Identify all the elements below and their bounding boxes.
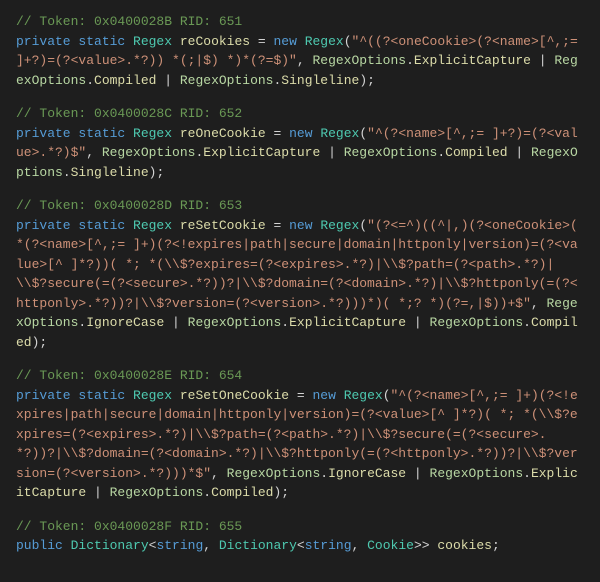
modifiers: private static — [16, 388, 125, 403]
close-paren: ); — [149, 165, 165, 180]
arg-sep: , — [531, 296, 547, 311]
field-name: cookies — [430, 538, 492, 553]
open-paren: ( — [344, 34, 352, 49]
enum-member: Singleline — [281, 73, 359, 88]
type-name: Dictionary — [219, 538, 297, 553]
arg-sep: , — [86, 145, 102, 160]
enum-member: Compiled — [94, 73, 156, 88]
enum-type: RegexOptions — [188, 315, 282, 330]
enum-member: Compiled — [445, 145, 507, 160]
pipe-op: | — [406, 466, 429, 481]
assign-op: = — [266, 218, 289, 233]
pipe-op: | — [406, 315, 429, 330]
type-arg: string — [305, 538, 352, 553]
type-name: Regex — [133, 388, 172, 403]
field-name: reSetOneCookie — [180, 388, 289, 403]
type-name: Regex — [133, 218, 172, 233]
comment-line: // Token: 0x0400028D RID: 653 — [16, 198, 242, 213]
enum-type: RegexOptions — [430, 466, 524, 481]
code-declaration-3: // Token: 0x0400028E RID: 654 private st… — [16, 366, 584, 503]
type-arg: string — [156, 538, 203, 553]
close-paren: ); — [273, 485, 289, 500]
field-name: reOneCookie — [180, 126, 266, 141]
pipe-op: | — [508, 145, 531, 160]
modifiers: private static — [16, 126, 125, 141]
enum-member: ExplicitCapture — [203, 145, 320, 160]
enum-member: ExplicitCapture — [289, 315, 406, 330]
comment-line: // Token: 0x0400028B RID: 651 — [16, 14, 242, 29]
enum-member: IgnoreCase — [86, 315, 164, 330]
pipe-op: | — [156, 73, 179, 88]
assign-op: = — [250, 34, 273, 49]
close-paren: ); — [359, 73, 375, 88]
comment-line: // Token: 0x0400028F RID: 655 — [16, 519, 242, 534]
code-declaration-2: // Token: 0x0400028D RID: 653 private st… — [16, 196, 584, 352]
comment-line: // Token: 0x0400028E RID: 654 — [16, 368, 242, 383]
comment-line: // Token: 0x0400028C RID: 652 — [16, 106, 242, 121]
enum-member: Singleline — [71, 165, 149, 180]
ctor-type: Regex — [344, 388, 383, 403]
pipe-op: | — [86, 485, 109, 500]
open-paren: ( — [359, 126, 367, 141]
pipe-op: | — [531, 53, 554, 68]
enum-type: RegexOptions — [227, 466, 321, 481]
enum-type: RegexOptions — [110, 485, 204, 500]
enum-type: RegexOptions — [312, 53, 406, 68]
type-name: Cookie — [367, 538, 414, 553]
new-keyword: new — [273, 34, 296, 49]
field-name: reCookies — [180, 34, 250, 49]
enum-member: IgnoreCase — [328, 466, 406, 481]
new-keyword: new — [289, 126, 312, 141]
enum-member: ExplicitCapture — [414, 53, 531, 68]
new-keyword: new — [312, 388, 335, 403]
enum-type: RegexOptions — [180, 73, 274, 88]
enum-type: RegexOptions — [102, 145, 196, 160]
code-declaration-final: // Token: 0x0400028F RID: 655 public Dic… — [16, 517, 584, 556]
new-keyword: new — [289, 218, 312, 233]
type-name: Regex — [133, 34, 172, 49]
pipe-op: | — [164, 315, 187, 330]
field-name: reSetCookie — [180, 218, 266, 233]
modifiers: private static — [16, 34, 125, 49]
code-declaration-1: // Token: 0x0400028C RID: 652 private st… — [16, 104, 584, 182]
type-name: Regex — [133, 126, 172, 141]
arg-sep: , — [211, 466, 227, 481]
enum-type: RegexOptions — [344, 145, 438, 160]
code-declaration-0: // Token: 0x0400028B RID: 651 private st… — [16, 12, 584, 90]
close-paren: ); — [32, 335, 48, 350]
enum-member: Compiled — [211, 485, 273, 500]
ctor-type: Regex — [305, 34, 344, 49]
ctor-type: Regex — [320, 126, 359, 141]
enum-type: RegexOptions — [430, 315, 524, 330]
arg-sep: , — [297, 53, 313, 68]
open-paren: ( — [383, 388, 391, 403]
ctor-type: Regex — [320, 218, 359, 233]
assign-op: = — [266, 126, 289, 141]
pipe-op: | — [320, 145, 343, 160]
type-name: Dictionary — [71, 538, 149, 553]
modifiers: private static — [16, 218, 125, 233]
modifier: public — [16, 538, 63, 553]
assign-op: = — [289, 388, 312, 403]
open-paren: ( — [359, 218, 367, 233]
